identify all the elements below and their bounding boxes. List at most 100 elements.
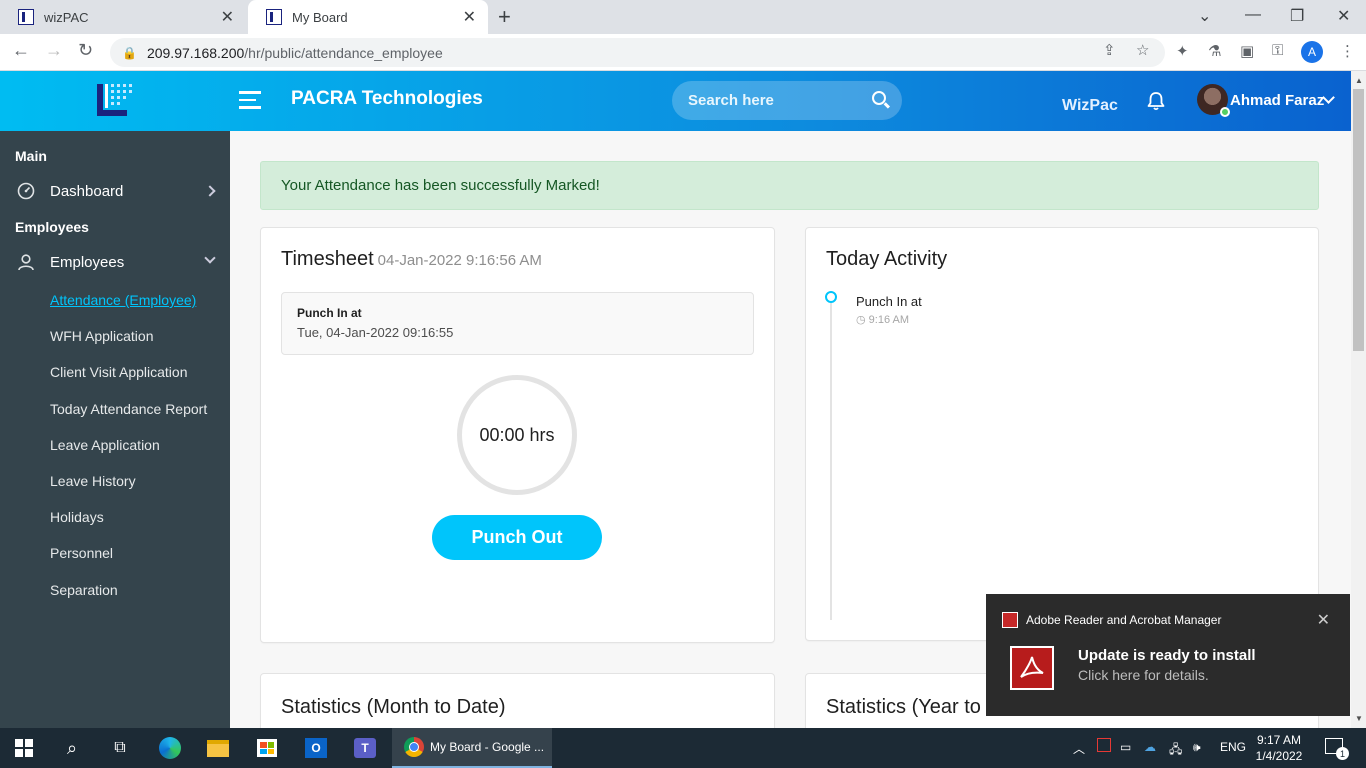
- sidebar: Main Dashboard Employees Employees Atten…: [0, 131, 230, 728]
- windows-taskbar: ⌕ ⧉ O T My Board - Google ... ︿ ▭ ☁ 🖧 🕪 …: [0, 728, 1366, 768]
- sidebar-subitem-holidays[interactable]: Holidays: [50, 509, 104, 525]
- browser-toolbar: ← → ↻ 🔒 209.97.168.200/hr/public/attenda…: [0, 34, 1366, 71]
- battery-icon[interactable]: ▭: [1120, 740, 1131, 754]
- chrome-icon: [404, 737, 424, 757]
- menu-toggle-icon[interactable]: [239, 91, 261, 114]
- key-icon[interactable]: ⚿: [1272, 42, 1283, 59]
- sidebar-subitem-separation[interactable]: Separation: [50, 582, 118, 598]
- bookmark-star-icon[interactable]: ☆: [1136, 41, 1149, 59]
- microsoft-store-icon[interactable]: [255, 736, 279, 760]
- toast-app-name: Adobe Reader and Acrobat Manager: [1026, 613, 1222, 627]
- update-notification-toast[interactable]: Adobe Reader and Acrobat Manager ✕ Updat…: [986, 594, 1350, 716]
- teams-icon[interactable]: T: [353, 736, 377, 760]
- my-board-favicon-icon: [266, 9, 282, 25]
- outlook-icon[interactable]: O: [304, 736, 328, 760]
- lock-icon: 🔒: [122, 45, 137, 60]
- timeline-dot-icon: [825, 291, 837, 303]
- search-placeholder: Search here: [688, 92, 774, 109]
- search-icon[interactable]: [872, 91, 886, 105]
- punch-in-info: Punch In at Tue, 04-Jan-2022 09:16:55: [281, 292, 754, 355]
- timesheet-heading: Timesheet: [281, 248, 374, 270]
- clock-icon: ◷: [856, 314, 869, 326]
- sidebar-subitem-attendance-employee[interactable]: Attendance (Employee): [50, 292, 196, 308]
- reload-icon[interactable]: ↻: [78, 40, 93, 61]
- show-hidden-icons-icon[interactable]: ︿: [1073, 740, 1085, 757]
- taskbar-chrome-window[interactable]: My Board - Google ...: [392, 728, 552, 768]
- browser-menu-icon[interactable]: ⋮: [1340, 42, 1355, 60]
- user-icon: [18, 254, 34, 271]
- acrobat-small-icon: [1002, 612, 1018, 628]
- action-center-icon[interactable]: 1: [1325, 738, 1349, 760]
- input-language[interactable]: ENG: [1220, 740, 1246, 754]
- online-status-icon: [1220, 107, 1230, 117]
- sidebar-item-employees[interactable]: Employees: [17, 250, 222, 274]
- sidebar-subitem-leave-history[interactable]: Leave History: [50, 473, 136, 489]
- side-panel-icon[interactable]: ▣: [1240, 42, 1254, 60]
- page-scrollbar[interactable]: ▲ ▼: [1351, 71, 1366, 728]
- user-avatar[interactable]: [1197, 84, 1230, 117]
- punch-out-button[interactable]: Punch Out: [432, 515, 602, 560]
- close-tab-icon[interactable]: ✕: [463, 7, 476, 27]
- new-tab-icon[interactable]: +: [498, 4, 511, 30]
- extensions-icon[interactable]: ✦: [1176, 42, 1189, 60]
- timesheet-card: Timesheet 04-Jan-2022 9:16:56 AM Punch In…: [260, 227, 775, 643]
- search-input[interactable]: Search here: [672, 81, 902, 120]
- stats-year-title: Statistics (Year to: [826, 696, 981, 718]
- sidebar-subitem-today-attendance-report[interactable]: Today Attendance Report: [50, 401, 207, 417]
- forward-icon[interactable]: →: [45, 40, 63, 61]
- sidebar-subitem-personnel[interactable]: Personnel: [50, 545, 113, 561]
- lab-flask-icon[interactable]: ⚗: [1208, 42, 1221, 60]
- search-icon[interactable]: ⌕: [60, 736, 84, 760]
- sidebar-subitem-wfh-application[interactable]: WFH Application: [50, 328, 153, 344]
- scrollbar-thumb[interactable]: [1353, 89, 1364, 351]
- close-window-icon[interactable]: ✕: [1337, 6, 1350, 26]
- system-clock[interactable]: 9:17 AM 1/4/2022: [1253, 732, 1305, 764]
- tab-wizpac[interactable]: wizPAC ✕: [0, 0, 246, 34]
- network-icon[interactable]: 🖧: [1169, 740, 1182, 761]
- sidebar-subitem-client-visit-application[interactable]: Client Visit Application: [50, 364, 187, 380]
- close-tab-icon[interactable]: ✕: [221, 7, 234, 27]
- taskbar-window-title: My Board - Google ...: [430, 740, 545, 754]
- scroll-down-icon[interactable]: ▼: [1355, 714, 1363, 723]
- tab-search-icon[interactable]: ⌄: [1198, 6, 1211, 26]
- url-path: /hr/public/attendance_employee: [244, 44, 443, 61]
- edge-browser-icon[interactable]: [158, 736, 182, 760]
- windows-start-icon[interactable]: [12, 736, 36, 760]
- success-alert: Your Attendance has been successfully Ma…: [260, 161, 1319, 210]
- toast-title: Update is ready to install: [1078, 647, 1256, 664]
- company-name: PACRA Technologies: [291, 88, 483, 109]
- minimize-icon[interactable]: —: [1245, 6, 1261, 24]
- onedrive-cloud-icon[interactable]: ☁: [1144, 740, 1156, 754]
- close-icon[interactable]: ✕: [1317, 610, 1330, 630]
- timesheet-title: Timesheet 04-Jan-2022 9:16:56 AM: [281, 248, 542, 271]
- app-header: PACRA Technologies Search here WizPac Ah…: [0, 71, 1351, 131]
- tab-my-board[interactable]: My Board ✕: [248, 0, 488, 34]
- chevron-right-icon: [204, 185, 216, 197]
- scroll-up-icon[interactable]: ▲: [1355, 76, 1363, 85]
- activity-time-value: 9:16 AM: [868, 314, 910, 326]
- clock-date: 1/4/2022: [1255, 749, 1303, 763]
- sidebar-item-dashboard[interactable]: Dashboard: [17, 179, 222, 203]
- file-explorer-icon[interactable]: [206, 736, 230, 760]
- notification-count-badge: 1: [1336, 747, 1349, 760]
- punch-in-label: Punch In at: [297, 306, 362, 320]
- acrobat-icon: [1010, 646, 1054, 690]
- share-icon[interactable]: ⇪: [1103, 41, 1116, 59]
- back-icon[interactable]: ←: [12, 40, 30, 61]
- notification-bell-icon[interactable]: [1146, 91, 1166, 111]
- task-view-icon[interactable]: ⧉: [108, 736, 132, 760]
- address-bar[interactable]: 🔒 209.97.168.200/hr/public/attendance_em…: [110, 38, 1165, 67]
- company-logo[interactable]: [95, 80, 135, 120]
- dashboard-gauge-icon: [17, 182, 35, 200]
- acrobat-tray-icon[interactable]: [1097, 738, 1111, 752]
- volume-icon[interactable]: 🕪: [1193, 740, 1201, 755]
- browser-profile-avatar[interactable]: A: [1301, 41, 1323, 63]
- tab-label: wizPAC: [44, 9, 89, 25]
- maximize-icon[interactable]: ❐: [1290, 6, 1304, 26]
- sidebar-subitem-leave-application[interactable]: Leave Application: [50, 437, 160, 453]
- wizpac-link[interactable]: WizPac: [1062, 97, 1118, 115]
- today-activity-card: Today Activity Punch In at ◷ 9:16 AM: [805, 227, 1319, 641]
- user-name[interactable]: Ahmad Faraz: [1230, 92, 1324, 109]
- tab-label: My Board: [292, 9, 348, 25]
- browser-tab-bar: wizPAC ✕ My Board ✕ + ⌄ — ❐ ✕: [0, 0, 1366, 34]
